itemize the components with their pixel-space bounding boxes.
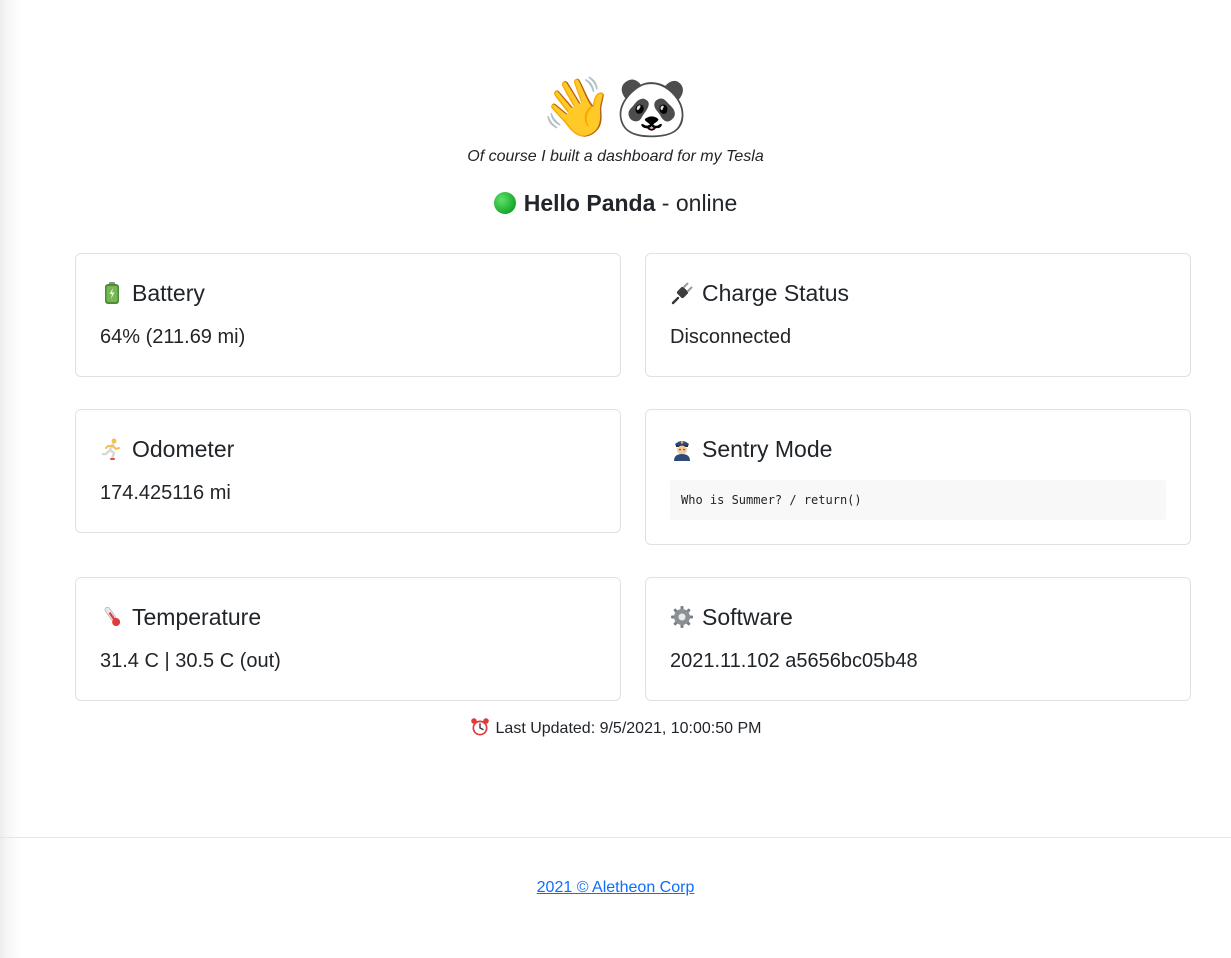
card-title: Charge Status (670, 278, 1166, 308)
charge-status-card: Charge Status Disconnected (645, 253, 1191, 377)
police-officer-icon (670, 437, 694, 461)
card-title: Sentry Mode (670, 434, 1166, 464)
card-title-label: Temperature (132, 604, 262, 630)
odometer-value: 174.425116 mi (100, 482, 231, 504)
odometer-card: Odometer 174.425116 mi (75, 409, 621, 533)
card-title-label: Battery (132, 280, 205, 306)
last-updated: Last Updated: 9/5/2021, 10:00:50 PM (0, 717, 1231, 741)
gear-icon (670, 605, 694, 629)
card-title-label: Charge Status (702, 280, 850, 306)
software-value: 2021.11.102 a5656bc05b48 (670, 650, 918, 672)
plug-icon (670, 281, 694, 305)
copyright-link[interactable]: 2021 © Aletheon Corp (537, 879, 695, 896)
card-title: Battery (100, 278, 596, 308)
tagline: Of course I built a dashboard for my Tes… (467, 148, 764, 165)
hero-emoji: 👋🐼 (541, 75, 690, 140)
greeting-separator: - (655, 190, 676, 216)
page: 👋🐼 Of course I built a dashboard for my … (0, 0, 1231, 958)
battery-card: Battery 64% (211.69 mi) (75, 253, 621, 377)
battery-value: 64% (211.69 mi) (100, 326, 246, 348)
card-title-label: Sentry Mode (702, 436, 833, 462)
temperature-card: Temperature 31.4 C | 30.5 C (out) (75, 577, 621, 701)
thermometer-icon (100, 605, 124, 629)
card-title: Odometer (100, 434, 596, 464)
footer: 2021 © Aletheon Corp (0, 877, 1231, 899)
card-title-label: Odometer (132, 436, 235, 462)
card-title-label: Software (702, 604, 793, 630)
software-card: Software 2021.11.102 a5656bc05b48 (645, 577, 1191, 701)
temperature-value: 31.4 C | 30.5 C (out) (100, 650, 281, 672)
sentry-mode-card: Sentry Mode Who is Summer? / return() (645, 409, 1191, 545)
alarm-clock-icon (470, 717, 490, 737)
charge-status-value: Disconnected (670, 326, 792, 348)
card-title: Temperature (100, 602, 596, 632)
greeting: Hello Panda - online (0, 188, 1231, 218)
battery-icon (100, 281, 124, 305)
sentry-mode-code: Who is Summer? / return() (670, 480, 1166, 520)
footer-divider (0, 837, 1231, 838)
runner-icon (100, 437, 124, 461)
card-title: Software (670, 602, 1166, 632)
connection-status: online (675, 190, 738, 216)
greeting-name: Hello Panda (523, 190, 656, 216)
online-status-dot-icon (493, 192, 516, 214)
last-updated-text: Last Updated: 9/5/2021, 10:00:50 PM (495, 720, 762, 737)
